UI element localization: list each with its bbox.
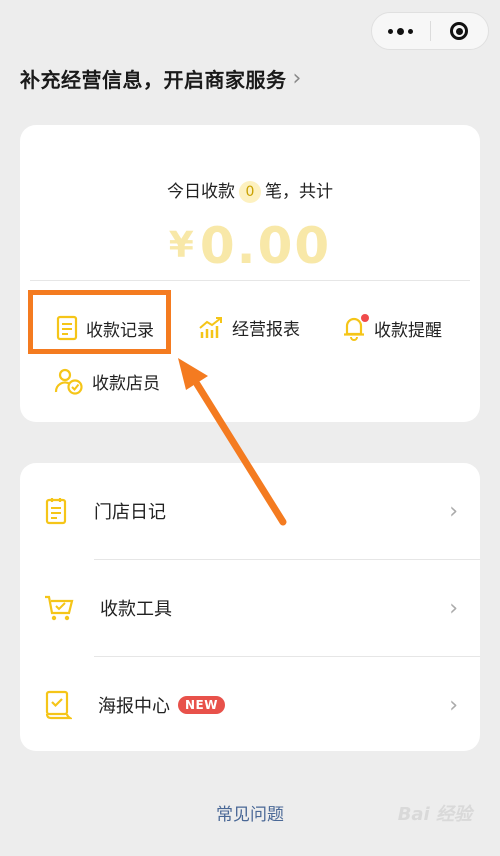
annotation-arrow-icon — [178, 358, 287, 526]
